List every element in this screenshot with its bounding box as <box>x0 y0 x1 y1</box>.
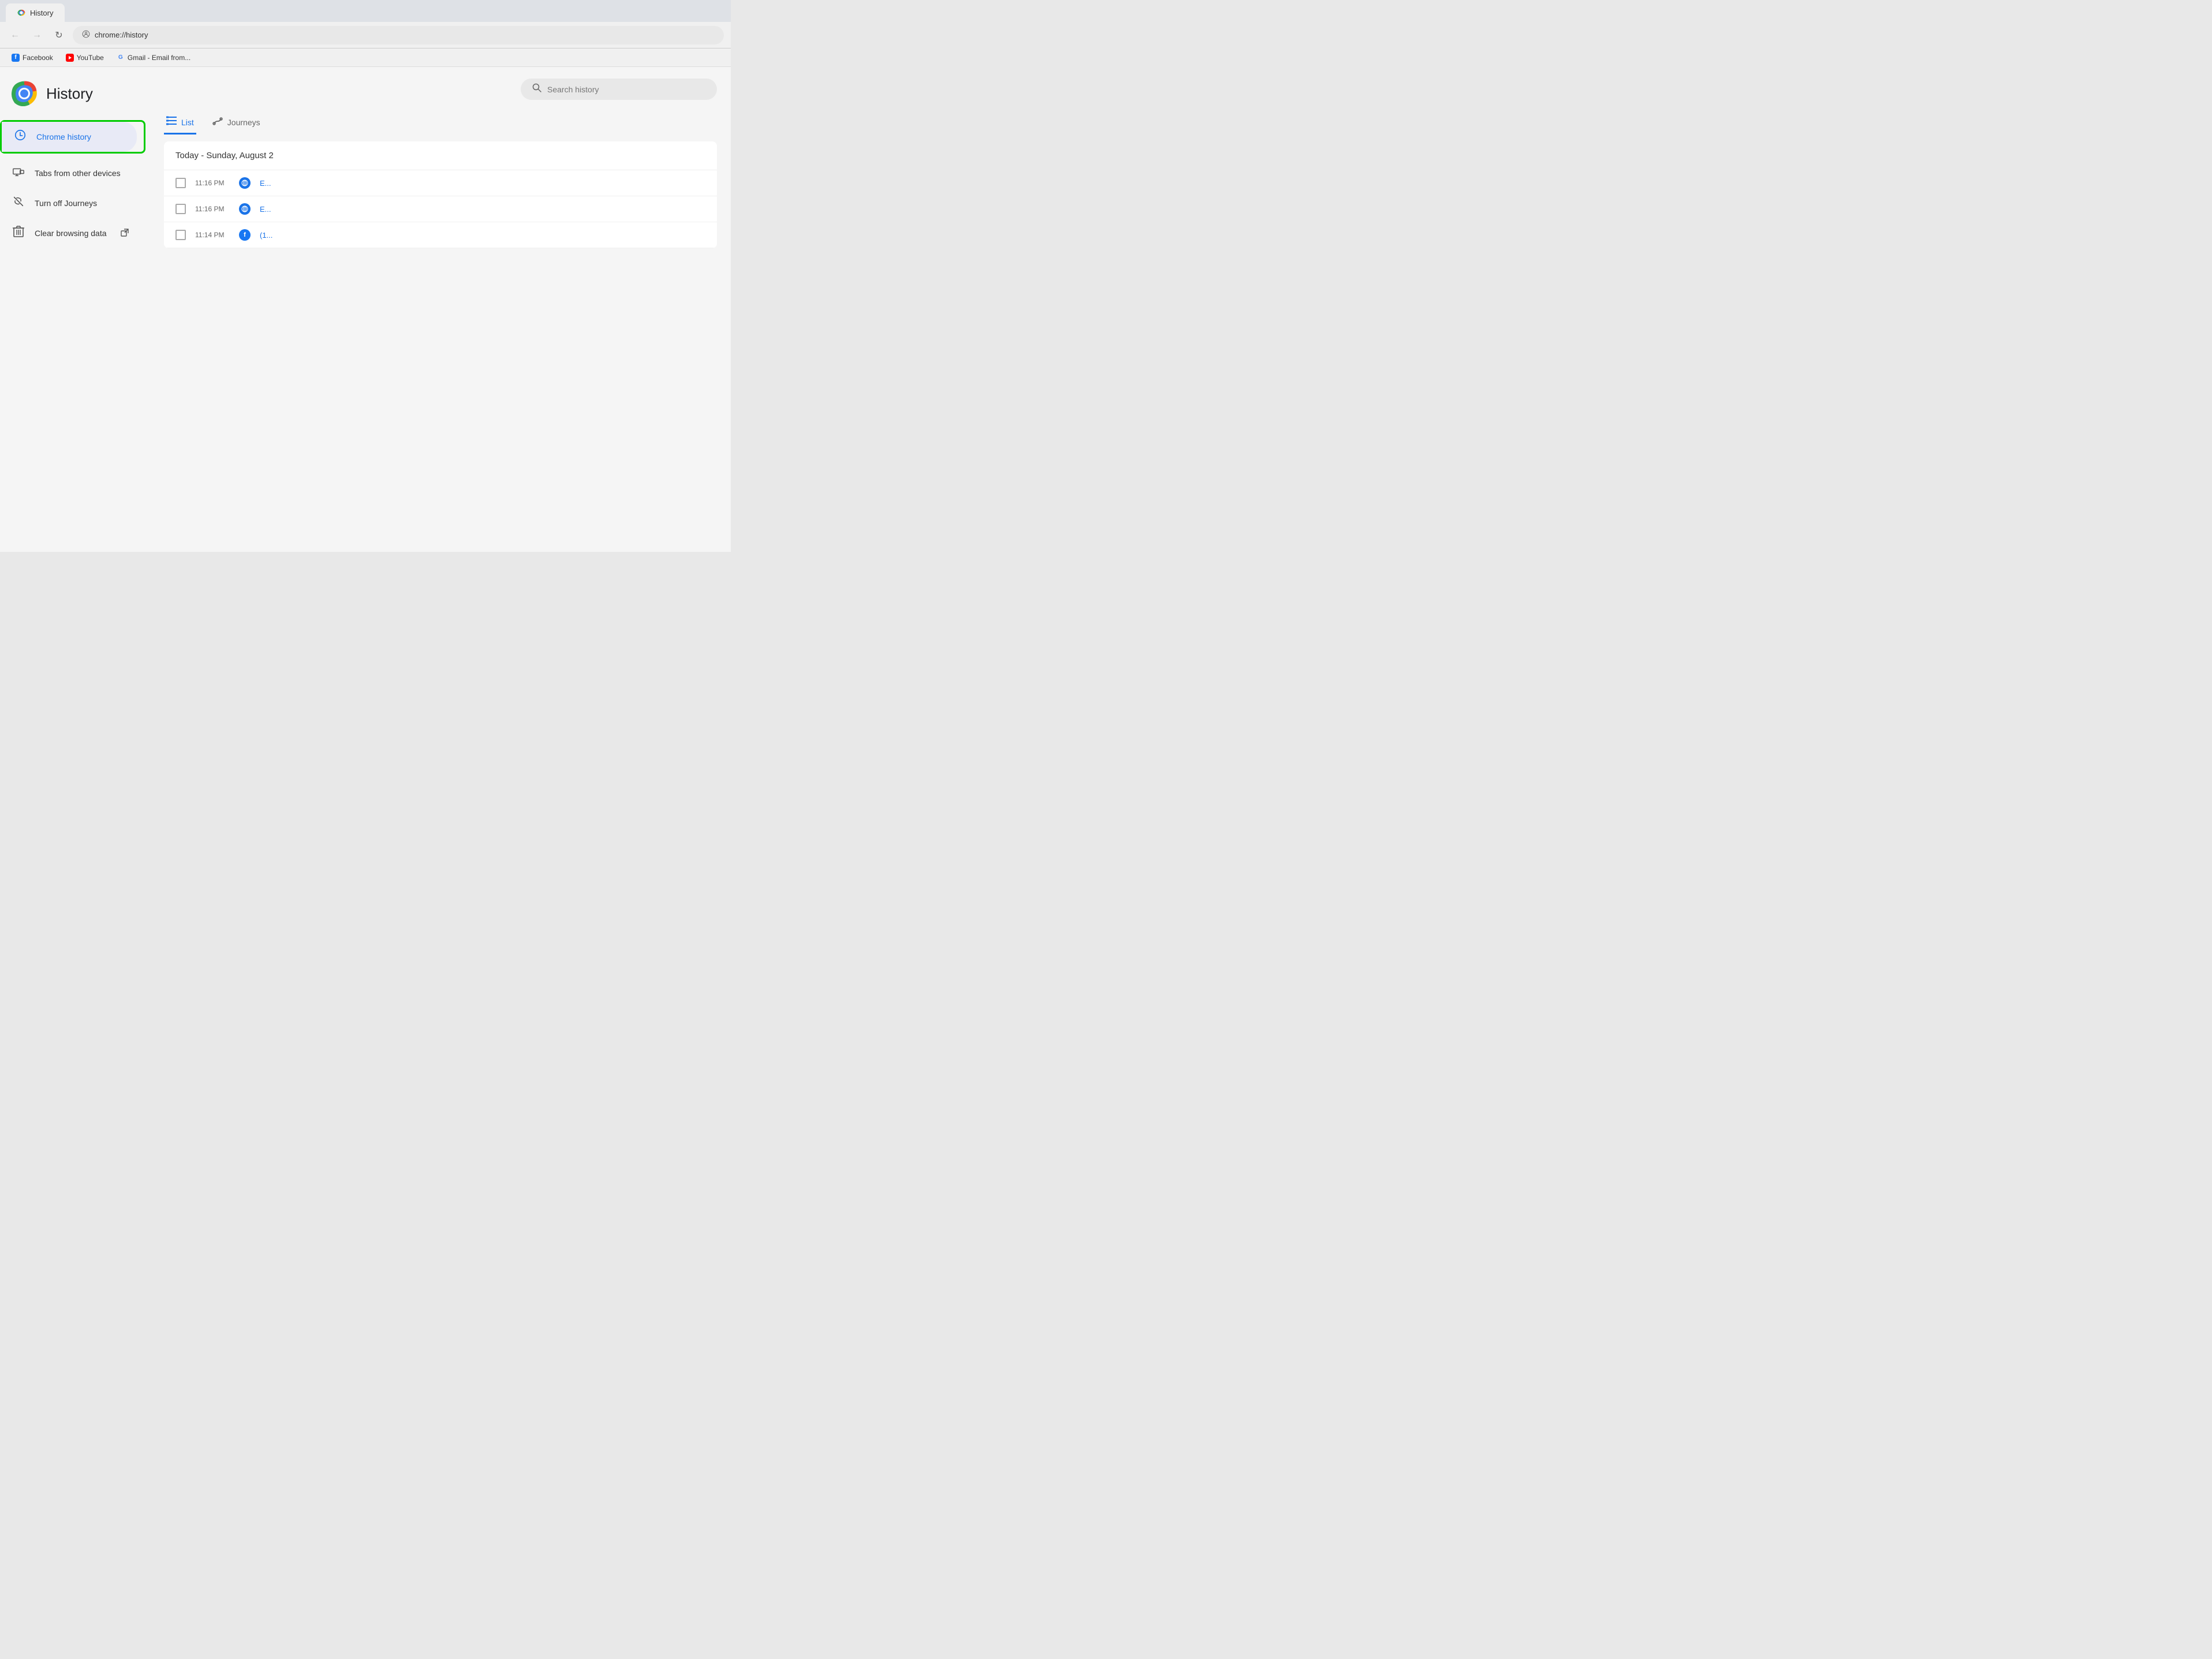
clear-browsing-data-label: Clear browsing data <box>35 229 107 238</box>
bookmark-facebook[interactable]: f Facebook <box>7 52 58 63</box>
sidebar: History Chrome history <box>0 67 150 552</box>
sidebar-nav: Chrome history Tabs from other devices <box>0 120 150 248</box>
tab-journeys-label: Journeys <box>227 118 260 127</box>
history-entry-title-3[interactable]: (1... <box>260 231 272 240</box>
search-bar[interactable]: Search history <box>521 79 717 100</box>
history-favicon-3: f <box>239 229 251 241</box>
bookmark-youtube-label: YouTube <box>77 54 104 62</box>
tab-journeys[interactable]: Journeys <box>210 111 263 134</box>
history-panel: Today - Sunday, August 2 11:16 PM E... 1… <box>164 141 717 248</box>
reload-button[interactable]: ↻ <box>51 27 67 43</box>
tab-title: History <box>30 9 53 17</box>
history-entry-3: 11:14 PM f (1... <box>164 222 717 248</box>
tab-list-label: List <box>181 118 194 127</box>
tab-list[interactable]: List <box>164 111 196 134</box>
active-tab[interactable]: History <box>6 3 65 22</box>
sidebar-item-clear-browsing-data[interactable]: Clear browsing data <box>0 218 143 248</box>
bookmarks-bar: f Facebook YouTube G Gmail - Email from.… <box>0 48 731 67</box>
search-bar-wrapper: Search history <box>164 79 717 100</box>
history-entry-title-1[interactable]: E... <box>260 179 271 188</box>
history-date-header: Today - Sunday, August 2 <box>164 141 717 170</box>
chrome-history-label: Chrome history <box>36 132 91 141</box>
sidebar-item-tabs-other-devices[interactable]: Tabs from other devices <box>0 158 143 188</box>
sidebar-item-turn-off-journeys[interactable]: Turn off Journeys <box>0 188 143 218</box>
history-entry-1: 11:16 PM E... <box>164 170 717 196</box>
page-content: History Chrome history <box>0 67 731 552</box>
omnibox-security-icon <box>82 30 90 40</box>
forward-button[interactable]: → <box>29 27 45 43</box>
history-entry-2: 11:16 PM E... <box>164 196 717 222</box>
history-entry-title-2[interactable]: E... <box>260 205 271 214</box>
trash-icon <box>12 225 25 241</box>
journey-off-icon <box>12 195 25 211</box>
back-button[interactable]: ← <box>7 27 23 43</box>
browser-frame: History ← → ↻ chrome://history f Faceboo… <box>0 0 731 67</box>
search-icon <box>532 83 541 95</box>
sidebar-item-chrome-history[interactable]: Chrome history <box>2 122 137 152</box>
chrome-logo <box>12 81 37 106</box>
history-time-3: 11:14 PM <box>195 231 230 239</box>
bookmark-youtube[interactable]: YouTube <box>61 52 109 63</box>
list-icon <box>166 116 177 128</box>
history-checkbox-2[interactable] <box>175 204 186 214</box>
devices-icon <box>12 165 25 181</box>
view-tabs: List Journeys <box>164 111 717 134</box>
youtube-favicon <box>66 54 74 62</box>
sidebar-header: History <box>0 81 150 120</box>
omnibox-url: chrome://history <box>95 31 148 39</box>
tabs-other-devices-label: Tabs from other devices <box>35 169 121 178</box>
history-favicon-2 <box>239 203 251 215</box>
history-checkbox-3[interactable] <box>175 230 186 240</box>
omnibox[interactable]: chrome://history <box>73 26 724 44</box>
search-placeholder: Search history <box>547 85 599 94</box>
bookmark-gmail-label: Gmail - Email from... <box>128 54 190 62</box>
history-time-1: 11:16 PM <box>195 179 230 187</box>
turn-off-journeys-label: Turn off Journeys <box>35 199 97 208</box>
gmail-favicon: G <box>117 54 125 62</box>
main-content: Search history List <box>150 67 731 552</box>
external-link-icon <box>121 229 129 238</box>
history-favicon-1 <box>239 177 251 189</box>
facebook-favicon: f <box>12 54 20 62</box>
tab-favicon <box>17 9 25 17</box>
bookmark-gmail[interactable]: G Gmail - Email from... <box>112 52 195 63</box>
history-time-2: 11:16 PM <box>195 205 230 213</box>
bookmark-facebook-label: Facebook <box>23 54 53 62</box>
journeys-icon <box>212 116 223 128</box>
page-title: History <box>46 85 93 103</box>
history-checkbox-1[interactable] <box>175 178 186 188</box>
tab-bar: History <box>0 0 731 22</box>
clock-icon <box>13 129 27 145</box>
omnibox-bar: ← → ↻ chrome://history <box>0 22 731 48</box>
